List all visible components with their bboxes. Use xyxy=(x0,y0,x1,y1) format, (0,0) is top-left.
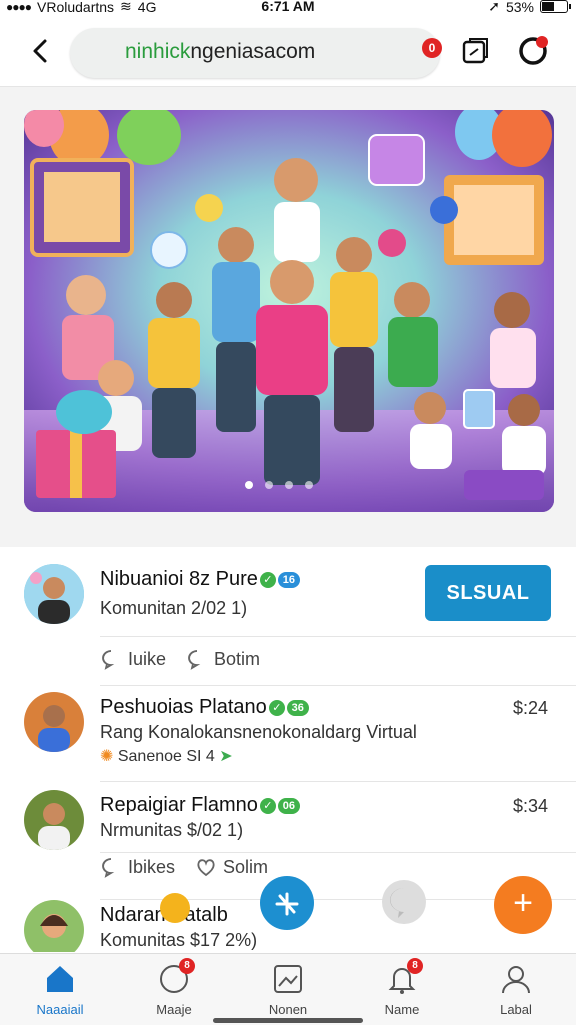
tabs-icon[interactable] xyxy=(460,36,490,66)
post-subtitle: Nrmunitas $/02 1) xyxy=(100,820,244,840)
speech-bubble-icon xyxy=(188,650,201,670)
divider xyxy=(100,636,576,637)
avatar[interactable] xyxy=(24,564,84,624)
secondary-fab[interactable] xyxy=(382,880,426,924)
address-bar[interactable]: ninhickngeniasacom 0 xyxy=(70,28,442,78)
location-icon: ➚ xyxy=(488,0,500,14)
verified-icon: ✓ xyxy=(259,798,276,814)
list-item[interactable]: Peshuoias Platano ✓ 36 $:24 Rang Konalokan… xyxy=(0,686,576,782)
divider xyxy=(100,852,576,853)
browser-toolbar: ninhickngeniasacom 0 xyxy=(0,16,576,87)
nav-item-messages[interactable]: 8 Maaje xyxy=(124,958,224,1017)
post-subtitle: Komunitan 2/02 1) xyxy=(100,598,248,618)
count-badge: 06 xyxy=(277,798,300,814)
notification-badge: 0 xyxy=(422,38,442,58)
comment-action[interactable]: Botim xyxy=(186,648,260,670)
comment-bubble-icon xyxy=(102,858,115,878)
count-badge: 16 xyxy=(277,572,300,588)
nav-item-home[interactable]: Naaaiail xyxy=(10,962,110,1017)
subscribe-button[interactable]: SLSUAL xyxy=(425,565,551,621)
chat-bubble-icon xyxy=(150,231,188,269)
like-action[interactable]: Iuike xyxy=(100,648,166,670)
list-item[interactable]: Nibuanioi 8z Pure ✓ 16 Komunitan 2/02 1) S… xyxy=(0,548,576,686)
party-illustration xyxy=(24,110,554,512)
home-indicator[interactable] xyxy=(213,1018,363,1023)
flame-icon: ✺ xyxy=(100,748,114,765)
chat-icon: 8 xyxy=(157,958,195,996)
battery-percent: 53% xyxy=(505,0,534,15)
post-subtitle: Komunitas $17 2%) xyxy=(100,930,258,950)
verified-icon: ✓ xyxy=(268,700,285,716)
status-bar: ●●●● VRoludartns ≋ 4G 6:71 AM ➚ 53% xyxy=(0,0,576,16)
favorite-action[interactable]: Solim xyxy=(195,856,268,878)
battery-icon xyxy=(540,0,571,13)
plus-icon: + xyxy=(513,884,533,922)
post-time: $:34 xyxy=(512,796,548,816)
post-subtitle: Rang Konalokansnenokonaldarg Virtual xyxy=(100,722,417,742)
compose-button[interactable] xyxy=(260,876,314,930)
coin-icon xyxy=(160,893,190,923)
chat-bubble-icon xyxy=(390,888,404,918)
add-button[interactable]: + xyxy=(494,876,552,934)
like-action[interactable]: Ibikes xyxy=(100,856,175,878)
picture-icon xyxy=(271,962,305,996)
url-text: ninhickngeniasacom xyxy=(125,40,316,63)
home-icon xyxy=(43,962,77,996)
avatar[interactable] xyxy=(24,790,84,850)
heart-icon xyxy=(197,859,215,877)
nav-item-notifications[interactable]: 8 Name xyxy=(352,958,452,1017)
bottom-navigation: Naaaiail 8 Maaje Nonen 8 Name Labal xyxy=(0,953,576,1025)
nav-item-media[interactable]: Nonen xyxy=(238,962,338,1017)
edit-icon xyxy=(275,892,299,916)
avatar[interactable] xyxy=(24,692,84,752)
menu-icon[interactable] xyxy=(516,34,550,68)
count-badge: 36 xyxy=(286,700,309,716)
bell-icon: 8 xyxy=(385,958,423,996)
post-author[interactable]: Repaigiar Flamno ✓ 06 xyxy=(100,794,300,817)
profile-icon xyxy=(499,962,533,996)
back-arrow-icon[interactable] xyxy=(26,36,56,66)
verified-icon: ✓ xyxy=(259,572,276,588)
comment-bubble-icon xyxy=(102,650,115,670)
post-actions: Iuike Botim xyxy=(100,648,260,670)
post-author[interactable]: Peshuoias Platano ✓ 36 xyxy=(100,696,309,719)
post-author[interactable]: Nibuanioi 8z Pure ✓ 16 xyxy=(100,568,300,591)
post-actions: Ibikes Solim xyxy=(100,856,268,878)
nav-item-profile[interactable]: Labal xyxy=(466,962,566,1017)
post-time: $:24 xyxy=(512,698,548,718)
avatar[interactable] xyxy=(24,900,84,952)
share-icon[interactable]: ➤ xyxy=(219,748,232,765)
hero-banner[interactable] xyxy=(24,110,554,512)
post-meta: ✺ Sanenoe SI 4 ➤ xyxy=(100,748,233,765)
